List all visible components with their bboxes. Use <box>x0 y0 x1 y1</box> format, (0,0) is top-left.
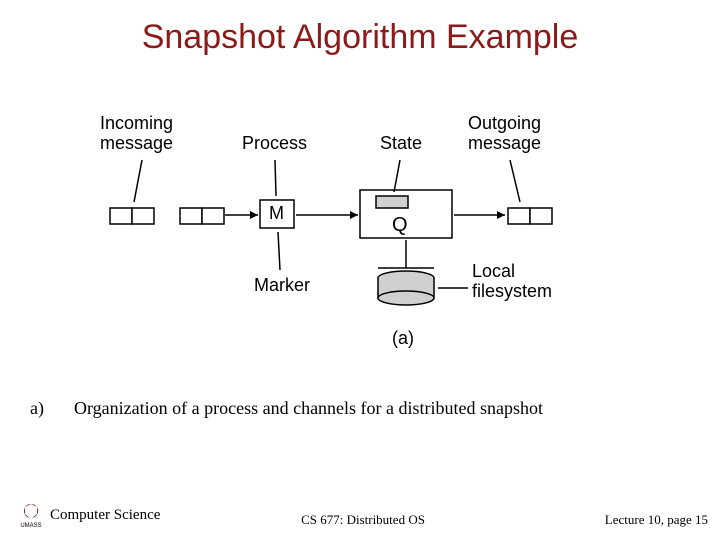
subfigure-label: (a) <box>392 328 414 349</box>
footer-left: UMASS Computer Science <box>18 502 160 528</box>
node-q-label: Q <box>392 214 408 236</box>
node-m-label: M <box>269 204 284 224</box>
label-process: Process <box>242 134 307 154</box>
label-localfs: Local filesystem <box>472 262 552 302</box>
footer-dept: Computer Science <box>50 507 160 524</box>
label-incoming: Incoming message <box>100 114 173 154</box>
caption-text: Organization of a process and channels f… <box>74 398 543 419</box>
diagram: Incoming message Process State Outgoing … <box>90 110 630 350</box>
svg-text:UMASS: UMASS <box>20 523 41 528</box>
page-title: Snapshot Algorithm Example <box>0 0 720 57</box>
label-marker: Marker <box>254 276 310 296</box>
caption-row: a) Organization of a process and channel… <box>30 398 690 419</box>
label-outgoing: Outgoing message <box>468 114 541 154</box>
caption-letter: a) <box>30 398 44 419</box>
footer: UMASS Computer Science CS 677: Distribut… <box>18 502 708 528</box>
umass-logo-icon: UMASS <box>18 502 44 528</box>
footer-pageinfo: Lecture 10, page 15 <box>605 512 708 528</box>
footer-course: CS 677: Distributed OS <box>301 512 425 528</box>
label-state: State <box>380 134 422 154</box>
